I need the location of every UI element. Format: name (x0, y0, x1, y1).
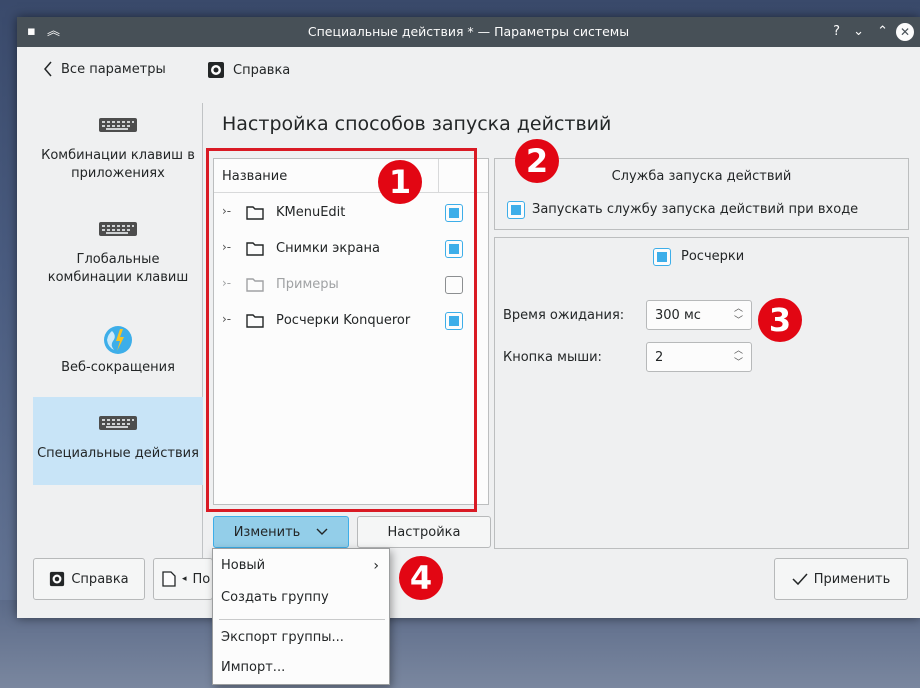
mouse-button-spinbox[interactable]: 2 ︿ ﹀ (646, 342, 752, 372)
lifebuoy-icon (50, 571, 65, 587)
sidebar-item-label: Специальные действия (37, 446, 199, 461)
close-icon[interactable]: ✕ (896, 23, 914, 41)
annotation-marker: 2 (515, 139, 559, 183)
help-icon[interactable]: ? (833, 23, 840, 41)
menu-item-label: Создать группу (221, 590, 329, 605)
chevron-left-icon (44, 61, 52, 77)
defaults-button[interactable]: ◂ По (153, 558, 213, 600)
gestures-checkbox[interactable] (653, 248, 671, 266)
title-bar: ▪ ︽ Специальные действия * — Параметры с… (17, 17, 920, 47)
back-label: Все параметры (61, 61, 166, 77)
spin-arrows-icon[interactable]: ︿ ﹀ (734, 345, 743, 369)
minimize-icon[interactable]: ⌄ (853, 23, 864, 41)
mouse-button-value: 2 (655, 350, 664, 365)
menu-item-label: Импорт... (221, 660, 286, 675)
menu-item-new[interactable]: Новый › (213, 552, 389, 580)
autostart-label: Запускать службу запуска действий при вх… (532, 202, 859, 217)
document-icon (162, 571, 176, 587)
settings-button-label: Настройка (387, 524, 461, 540)
edit-dropdown-menu: Новый › Создать группу Экспорт группы...… (212, 548, 390, 685)
chevron-right-icon: › (373, 558, 379, 574)
spin-arrows-icon[interactable]: ︿ ﹀ (734, 303, 743, 327)
autostart-checkbox[interactable] (507, 201, 525, 219)
annotation-marker: 3 (758, 298, 802, 342)
sidebar-item-app-shortcuts[interactable]: Комбинации клавиш в приложениях (33, 117, 203, 217)
gestures-group: Росчерки Время ожидания: 300 мс ︿ ﹀ Кнопк… (494, 237, 909, 549)
edit-button-label: Изменить (233, 524, 301, 540)
sidebar-item-global-shortcuts[interactable]: Глобальные комбинации клавиш (33, 221, 203, 311)
menu-item-create-group[interactable]: Создать группу (213, 584, 389, 612)
chevron-down-icon (316, 528, 328, 535)
page-title: Настройка способов запуска действий (222, 113, 612, 135)
timeout-label: Время ожидания: (503, 308, 625, 323)
keyboard-icon (99, 416, 137, 430)
settings-button[interactable]: Настройка (357, 516, 491, 548)
mouse-button-label: Кнопка мыши: (503, 350, 602, 365)
help-bottom-label: Справка (71, 571, 129, 587)
apply-label: Применить (813, 571, 891, 587)
toolbar: Все параметры Справка (17, 47, 920, 93)
checkmark-icon (792, 573, 808, 586)
sidebar-item-label: Веб-сокращения (61, 360, 175, 375)
annotation-marker: 4 (399, 556, 443, 600)
menu-item-import[interactable]: Импорт... (213, 654, 389, 682)
maximize-icon[interactable]: ⌃ (877, 23, 888, 41)
gestures-title: Росчерки (681, 249, 745, 264)
lifebuoy-icon (208, 62, 224, 78)
help-toolbar-button[interactable]: Справка (207, 61, 290, 79)
annotation-marker: 1 (378, 160, 422, 204)
menu-item-label: Экспорт группы... (221, 630, 344, 645)
arrow-left-icon: ◂ (182, 574, 187, 584)
sidebar-item-special-actions[interactable]: Специальные действия (33, 397, 203, 485)
sidebar-item-label: Глобальные комбинации клавиш (47, 252, 189, 285)
help-label: Справка (233, 62, 291, 78)
back-button[interactable]: Все параметры (43, 61, 166, 77)
globe-icon (104, 326, 132, 354)
help-bottom-button[interactable]: Справка (33, 558, 145, 600)
sidebar: Комбинации клавиш в приложениях Глобальн… (17, 103, 203, 561)
edit-menu-button[interactable]: Изменить (213, 516, 349, 548)
defaults-label: По (192, 571, 211, 587)
sidebar-item-label: Комбинации клавиш в приложениях (41, 148, 195, 181)
menu-separator (219, 619, 385, 620)
keyboard-icon (99, 118, 137, 132)
menu-item-export-group[interactable]: Экспорт группы... (213, 624, 389, 652)
sidebar-item-web-shortcuts[interactable]: Веб-сокращения (33, 325, 203, 381)
menu-item-label: Новый (221, 558, 266, 573)
timeout-spinbox[interactable]: 300 мс ︿ ﹀ (646, 300, 752, 330)
annotation-frame (206, 148, 477, 512)
service-group-title: Служба запуска действий (611, 169, 792, 184)
apply-button[interactable]: Применить (774, 558, 908, 600)
window-title: Специальные действия * — Параметры систе… (307, 24, 630, 39)
timeout-value: 300 мс (655, 308, 701, 323)
keyboard-icon (99, 222, 137, 236)
